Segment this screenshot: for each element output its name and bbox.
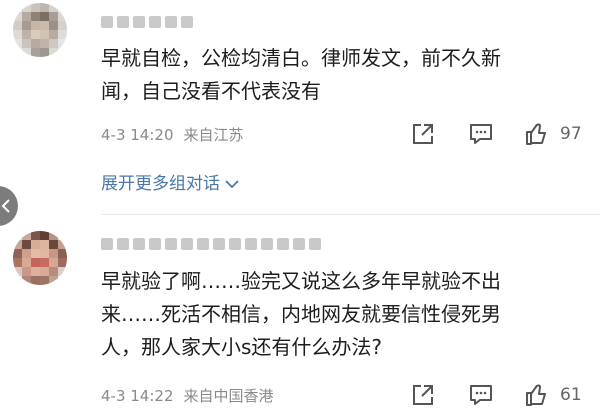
comment-icon: [470, 124, 492, 144]
chevron-down-icon: [225, 180, 239, 189]
comment-actions: 97: [400, 121, 600, 151]
share-icon: [413, 385, 433, 405]
comment-text: 早就验了啊……验完又说这么多年早就验不出 来……死活不相信，内地网友就要信性侵死…: [101, 265, 501, 364]
chevron-left-icon: [1, 199, 10, 213]
comment-item: 早就验了啊……验完又说这么多年早就验不出 来……死活不相信，内地网友就要信性侵死…: [0, 214, 600, 417]
comment-date: 4-3 14:22: [101, 387, 174, 405]
like-button[interactable]: [524, 121, 550, 147]
comment-line: 人，那人家大小s还有什么办法?: [101, 335, 383, 359]
comment-meta: 4-3 14:20 来自江苏: [101, 124, 244, 145]
like-button[interactable]: [524, 382, 550, 408]
thumbs-up-icon: [526, 384, 546, 406]
comment-item: 早就自检，公检均清白。律师发文，前不久新 闻，自己没看不代表没有 4-3 14:…: [0, 0, 600, 214]
comment-button[interactable]: [468, 121, 494, 147]
avatar[interactable]: [13, 231, 67, 285]
comment-icon: [470, 385, 492, 405]
comment-button[interactable]: [468, 382, 494, 408]
expand-replies-link[interactable]: 展开更多组对话: [101, 169, 240, 194]
username-blurred[interactable]: [101, 234, 341, 252]
thumbs-up-icon: [526, 123, 546, 145]
share-button[interactable]: [410, 382, 436, 408]
comment-line: 来……死活不相信，内地网友就要信性侵死男: [101, 302, 501, 326]
comment-line: 早就验了啊……验完又说这么多年早就验不出: [101, 269, 501, 293]
like-count: 61: [560, 385, 582, 405]
expand-replies-label: 展开更多组对话: [101, 174, 220, 194]
share-icon: [413, 124, 433, 144]
comment-meta: 4-3 14:22 来自中国香港: [101, 385, 274, 406]
comment-line: 早就自检，公检均清白。律师发文，前不久新: [101, 46, 501, 70]
comment-actions: 61: [400, 382, 600, 412]
comment-date: 4-3 14:20: [101, 126, 174, 144]
comment-source: 来自江苏: [183, 126, 244, 144]
comment-text: 早就自检，公检均清白。律师发文，前不久新 闻，自己没看不代表没有: [101, 42, 501, 108]
share-button[interactable]: [410, 121, 436, 147]
like-count: 97: [560, 124, 582, 144]
avatar[interactable]: [13, 3, 67, 57]
comment-line: 闻，自己没看不代表没有: [101, 79, 321, 103]
username-blurred[interactable]: [101, 12, 211, 30]
comment-source: 来自中国香港: [183, 387, 274, 405]
